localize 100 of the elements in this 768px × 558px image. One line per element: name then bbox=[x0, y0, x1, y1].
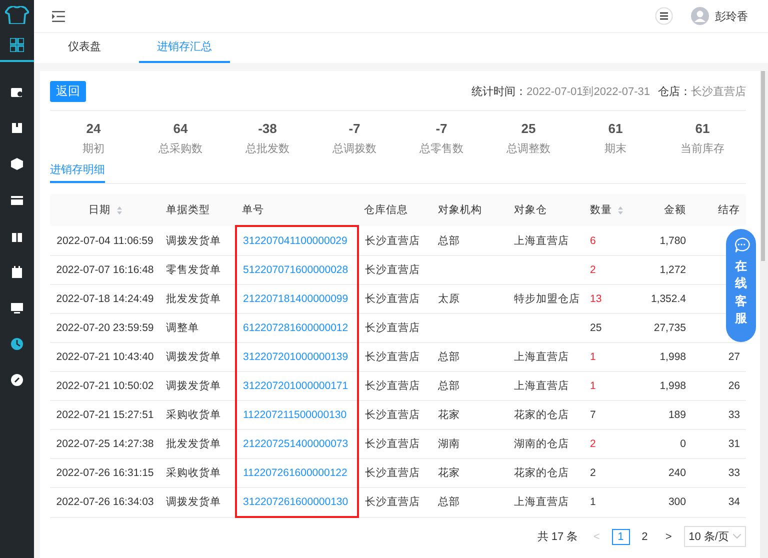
table-cell: 2022-07-20 23:59:59 bbox=[56, 322, 154, 334]
table-cell: 0 bbox=[680, 438, 686, 450]
column-header: 单号 bbox=[236, 194, 358, 226]
table-cell: 花家 bbox=[438, 409, 460, 421]
stat-value: -7 bbox=[348, 121, 360, 136]
table-cell: 33 bbox=[728, 467, 740, 479]
table-cell: 2 bbox=[590, 467, 596, 479]
table-cell: 上海直营店 bbox=[514, 380, 569, 392]
table-cell: 240 bbox=[668, 467, 686, 479]
page-tab[interactable]: 仪表盘 bbox=[50, 39, 119, 63]
column-header: 对象机构 bbox=[432, 194, 508, 226]
table-cell: 1,780 bbox=[660, 234, 686, 246]
page-button[interactable]: 1 bbox=[612, 528, 630, 544]
scrollbar-thumb[interactable] bbox=[761, 71, 765, 261]
stat-label: 总调整数 bbox=[506, 142, 550, 156]
table-cell: 2 bbox=[590, 438, 596, 450]
table-cell: 调拨发货单 bbox=[166, 380, 221, 392]
stat-label: 总调拨数 bbox=[332, 142, 376, 156]
menu-icon[interactable] bbox=[655, 7, 673, 25]
stat-value: 24 bbox=[86, 121, 101, 136]
table-cell: 27,735 bbox=[654, 322, 686, 334]
table-cell: 26 bbox=[728, 380, 740, 392]
stat-label: 期初 bbox=[82, 142, 104, 156]
card-icon bbox=[11, 194, 23, 206]
table-cell: 长沙直营店 bbox=[365, 322, 420, 334]
table-cell: 采购收货单 bbox=[166, 467, 221, 479]
table-cell: 33 bbox=[728, 409, 740, 421]
table-cell: 上海直营店 bbox=[514, 351, 569, 363]
caret-icon bbox=[733, 534, 741, 539]
table-cell: 长沙直营店 bbox=[365, 351, 420, 363]
stat-label: 期末 bbox=[604, 142, 626, 156]
chat-label: 在线客服 bbox=[735, 258, 747, 328]
table-cell: 1,998 bbox=[660, 351, 686, 363]
table-cell: 1 bbox=[590, 380, 596, 392]
table-cell: 花家的仓店 bbox=[514, 409, 569, 421]
stat-value: 61 bbox=[695, 121, 710, 136]
table-cell: 2022-07-25 14:27:38 bbox=[56, 438, 154, 450]
table-cell: 总部 bbox=[438, 234, 460, 246]
calendar-icon bbox=[11, 266, 23, 278]
box-icon bbox=[11, 122, 23, 134]
column-header[interactable]: 数量 bbox=[584, 194, 630, 226]
table-cell: 2022-07-21 10:43:40 bbox=[56, 351, 154, 363]
table-cell: 1 bbox=[590, 351, 596, 363]
page-size-select[interactable]: 10 条/页 bbox=[684, 526, 746, 547]
table-cell: 上海直营店 bbox=[514, 234, 569, 246]
table-cell: 31 bbox=[728, 438, 740, 450]
table-cell: 总部 bbox=[438, 380, 460, 392]
cube-icon bbox=[11, 158, 23, 170]
stat-label: 总零售数 bbox=[420, 142, 464, 156]
table-cell: 总部 bbox=[438, 351, 460, 363]
store-value: 长沙直营店 bbox=[691, 84, 746, 99]
table-cell: 调拨发货单 bbox=[166, 351, 221, 363]
stat-value: -7 bbox=[436, 121, 448, 136]
stat-value: 64 bbox=[173, 121, 188, 136]
column-header[interactable]: 日期 bbox=[50, 194, 160, 226]
table-cell: 调拨发货单 bbox=[166, 234, 221, 246]
user-name[interactable]: 彭玲香 bbox=[715, 8, 748, 24]
table-cell: 13 bbox=[590, 293, 602, 305]
column-header: 仓库信息 bbox=[358, 194, 432, 226]
table-cell: 2022-07-26 16:31:15 bbox=[56, 467, 154, 479]
store-label: 仓店： bbox=[658, 84, 691, 99]
stat-label: 当前库存 bbox=[680, 142, 724, 156]
table-cell: 2022-07-26 16:34:03 bbox=[56, 496, 154, 508]
grid-icon[interactable] bbox=[10, 38, 24, 52]
table-cell: 长沙直营店 bbox=[365, 234, 420, 246]
table-cell: 300 bbox=[668, 496, 686, 508]
table-cell: 2 bbox=[590, 264, 596, 276]
table-cell: 2022-07-07 16:16:48 bbox=[56, 264, 154, 276]
table-cell: 长沙直营店 bbox=[365, 496, 420, 508]
table-cell: 长沙直营店 bbox=[365, 467, 420, 479]
column-header: 单据类型 bbox=[160, 194, 236, 226]
table-cell: 2022-07-21 10:50:02 bbox=[56, 380, 154, 392]
table-cell: 批发发货单 bbox=[166, 438, 221, 450]
table-cell: 长沙直营店 bbox=[365, 264, 420, 276]
table-cell: 特步加盟仓店 bbox=[514, 293, 580, 305]
table-cell: 2022-07-04 11:06:59 bbox=[56, 234, 154, 246]
table-cell: 长沙直营店 bbox=[365, 380, 420, 392]
table-cell: 长沙直营店 bbox=[365, 409, 420, 421]
stat-value: 61 bbox=[608, 121, 623, 136]
table-cell: 1 bbox=[590, 496, 596, 508]
table-cell: 太原 bbox=[438, 293, 460, 305]
menu-fold-icon[interactable] bbox=[52, 10, 65, 22]
table-cell: 总部 bbox=[438, 496, 460, 508]
chat-widget[interactable]: 在线客服 bbox=[726, 229, 756, 342]
table-cell: 零售发货单 bbox=[166, 264, 221, 276]
table-cell: 1,352.4 bbox=[650, 293, 686, 305]
table-cell: 湖南 bbox=[438, 438, 460, 450]
column-header: 结存 bbox=[692, 194, 746, 226]
back-button[interactable]: 返回 bbox=[50, 81, 86, 102]
total-count: 共 17 条 bbox=[537, 530, 578, 544]
table-cell: 长沙直营店 bbox=[365, 438, 420, 450]
table-cell: 调整单 bbox=[166, 322, 199, 334]
table-cell: 25 bbox=[590, 322, 602, 334]
table-cell: 189 bbox=[668, 409, 686, 421]
table-cell: 上海直营店 bbox=[514, 496, 569, 508]
table-cell: 花家 bbox=[438, 467, 460, 479]
column-header: 金额 bbox=[630, 194, 692, 226]
table-cell: 7 bbox=[590, 409, 596, 421]
period-label: 统计时间： bbox=[471, 84, 526, 99]
detail-tab[interactable]: 进销存明细 bbox=[50, 162, 105, 183]
